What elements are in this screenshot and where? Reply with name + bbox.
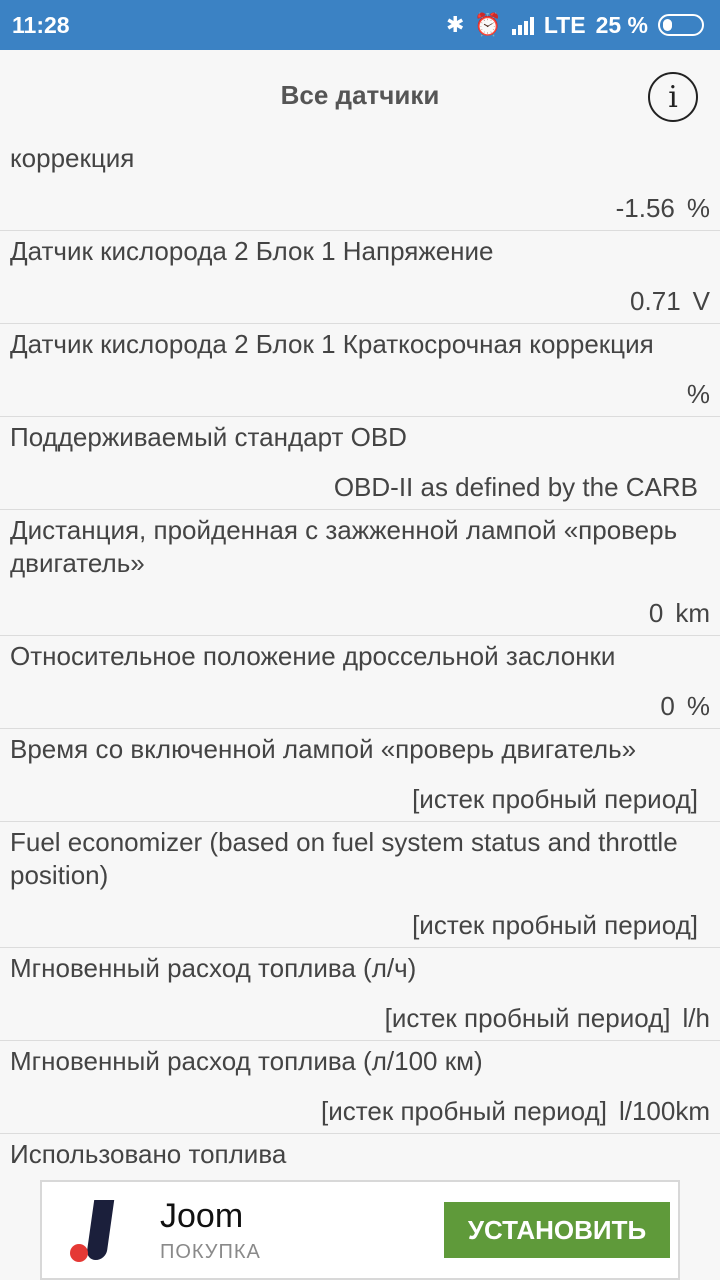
sensor-value-line: 0.71 V bbox=[10, 268, 710, 323]
sensor-label: коррекция bbox=[10, 143, 135, 173]
sensor-value: [истек пробный период] bbox=[412, 910, 698, 940]
sensor-label: Датчик кислорода 2 Блок 1 Напряжение bbox=[10, 236, 494, 266]
sensor-label: Мгновенный расход топлива (л/ч) bbox=[10, 953, 417, 983]
sensor-unit: % bbox=[686, 379, 710, 409]
info-icon: i bbox=[668, 79, 678, 115]
status-icons: ✱ ⏰ LTE 25 % bbox=[446, 12, 704, 39]
sensor-unit: V bbox=[692, 286, 710, 316]
sensor-row[interactable]: Мгновенный расход топлива (л/ч) [истек пр… bbox=[0, 948, 720, 1041]
sensor-row[interactable]: Fuel economizer (based on fuel system st… bbox=[0, 822, 720, 948]
sensor-label: Мгновенный расход топлива (л/100 км) bbox=[10, 1046, 483, 1076]
bluetooth-icon: ✱ bbox=[445, 12, 465, 37]
battery-percent: 25 % bbox=[595, 11, 648, 38]
sensor-label: Fuel economizer (based on fuel system st… bbox=[10, 827, 678, 890]
sensor-label: Относительное положение дроссельной засл… bbox=[10, 641, 616, 671]
sensor-row[interactable]: Поддерживаемый стандарт OBD OBD-II as def… bbox=[0, 417, 720, 510]
sensor-value-line: [истек пробный период] l/h bbox=[10, 985, 710, 1040]
sensor-value-line: % bbox=[10, 361, 710, 416]
ad-banner[interactable]: Joom ПОКУПКА УСТАНОВИТЬ bbox=[40, 1180, 680, 1280]
sensor-unit: l/100km bbox=[618, 1096, 710, 1126]
sensor-value: 0 bbox=[660, 691, 675, 721]
status-time: 11:28 bbox=[12, 11, 70, 38]
sensor-row[interactable]: Относительное положение дроссельной засл… bbox=[0, 636, 720, 729]
app-header: Все датчики i bbox=[0, 50, 720, 140]
sensor-value: 0 bbox=[648, 598, 664, 628]
sensor-value-line: [истек пробный период] bbox=[10, 892, 710, 947]
alarm-icon: ⏰ bbox=[474, 12, 502, 37]
sensor-row[interactable]: Датчик кислорода 2 Блок 1 Напряжение 0.71… bbox=[0, 231, 720, 324]
sensor-row[interactable]: Датчик кислорода 2 Блок 1 Краткосрочная … bbox=[0, 324, 720, 417]
sensor-unit: km bbox=[675, 598, 710, 628]
sensor-value-line: [истек пробный период] bbox=[10, 766, 710, 821]
network-type: LTE bbox=[543, 11, 586, 38]
sensor-value: OBD-II as defined by the CARB bbox=[333, 472, 698, 502]
ad-app-name: Joom bbox=[160, 1196, 244, 1235]
sensor-row[interactable]: коррекция -1.56% bbox=[0, 140, 720, 231]
sensor-label: Время со включенной лампой «проверь двиг… bbox=[10, 734, 637, 764]
sensor-row[interactable]: Использовано топлива bbox=[0, 1134, 720, 1165]
sensor-value-line: [истек пробный период] l/100km bbox=[10, 1078, 710, 1133]
sensor-row[interactable]: Дистанция, пройденная с зажженной лампой… bbox=[0, 510, 720, 636]
battery-icon bbox=[658, 14, 704, 36]
sensor-row[interactable]: Мгновенный расход топлива (л/100 км) [ист… bbox=[0, 1041, 720, 1134]
sensor-row[interactable]: Время со включенной лампой «проверь двиг… bbox=[0, 729, 720, 822]
sensor-value-line: OBD-II as defined by the CARB bbox=[10, 454, 710, 509]
sensor-value-line: 0 km bbox=[10, 580, 710, 635]
sensor-value: [истек пробный период] bbox=[412, 784, 698, 814]
page-title: Все датчики bbox=[280, 79, 440, 110]
joom-logo-icon bbox=[66, 1194, 138, 1266]
sensor-unit: % bbox=[686, 691, 710, 721]
sensor-label: Датчик кислорода 2 Блок 1 Краткосрочная … bbox=[10, 329, 654, 359]
sensor-unit: l/h bbox=[682, 1003, 710, 1033]
sensor-value: -1.56 bbox=[615, 193, 675, 223]
status-bar: 11:28 ✱ ⏰ LTE 25 % bbox=[0, 0, 720, 50]
sensor-label: Поддерживаемый стандарт OBD bbox=[10, 422, 407, 452]
sensor-value-line: 0% bbox=[10, 673, 710, 728]
ad-text: Joom ПОКУПКА bbox=[160, 1197, 444, 1264]
sensor-value: [истек пробный период] bbox=[321, 1096, 607, 1126]
sensor-value: [истек пробный период] bbox=[384, 1003, 671, 1033]
sensor-value-line: -1.56% bbox=[10, 175, 710, 230]
sensor-label: Дистанция, пройденная с зажженной лампой… bbox=[10, 515, 678, 578]
sensor-value: 0.71 bbox=[630, 286, 681, 316]
sensor-unit: % bbox=[686, 193, 710, 223]
sensor-list[interactable]: коррекция -1.56% Датчик кислорода 2 Блок 1… bbox=[0, 140, 720, 1165]
info-button[interactable]: i bbox=[648, 72, 698, 122]
signal-icon bbox=[511, 15, 534, 35]
ad-subtitle: ПОКУПКА bbox=[160, 1240, 261, 1263]
install-button[interactable]: УСТАНОВИТЬ bbox=[444, 1202, 670, 1258]
sensor-label: Использовано топлива bbox=[10, 1139, 287, 1165]
